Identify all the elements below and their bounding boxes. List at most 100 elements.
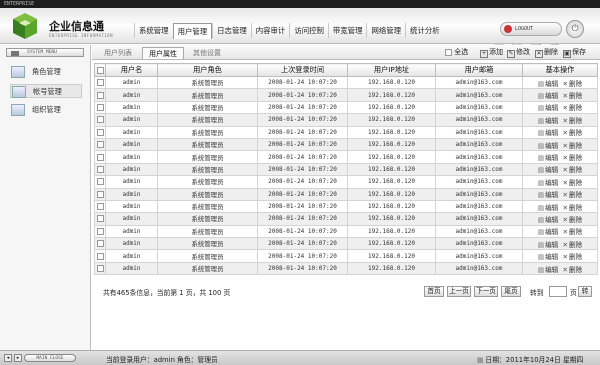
row-edit-button[interactable]: 编辑 — [538, 129, 558, 137]
page-number-input[interactable] — [549, 286, 567, 297]
table-row[interactable]: admin 系统管理员 2008-01-24 10:07:20 192.168.0.1… — [94, 162, 598, 177]
row-edit-button[interactable]: 编辑 — [538, 166, 558, 174]
nav-tab-6[interactable]: 网络管理 — [366, 23, 405, 38]
row-delete-button[interactable]: 删除 — [562, 216, 582, 224]
add-button[interactable]: + 添加 — [480, 48, 503, 58]
sidebar-item-organization[interactable]: 组织管理 — [10, 103, 82, 117]
row-delete-button[interactable]: 删除 — [562, 117, 582, 125]
save-button[interactable]: ▣ 保存 — [563, 48, 586, 58]
prev-page-button[interactable]: 上一页 — [447, 286, 471, 297]
row-edit-button[interactable]: 编辑 — [538, 80, 558, 88]
row-checkbox[interactable] — [94, 162, 106, 177]
go-button[interactable]: 转 — [578, 286, 592, 297]
tab-user-list[interactable]: 用户列表 — [98, 47, 138, 59]
delete-button[interactable]: ✕ 删除 — [535, 48, 558, 58]
table-row[interactable]: admin 系统管理员 2008-01-24 10:07:20 192.168.0.1… — [94, 199, 598, 214]
row-delete-button[interactable]: 删除 — [562, 266, 582, 274]
system-menu-header[interactable]: SYSTEM MENU — [6, 48, 84, 57]
table-row[interactable]: admin 系统管理员 2008-01-24 10:07:20 192.168.0.1… — [94, 88, 598, 102]
row-delete-button[interactable]: 删除 — [562, 104, 582, 112]
table-row[interactable]: admin 系统管理员 2008-01-24 10:07:20 192.168.0.1… — [94, 212, 598, 226]
row-checkbox[interactable] — [94, 113, 106, 127]
row-delete-button[interactable]: 删除 — [562, 154, 582, 162]
row-checkbox[interactable] — [94, 175, 106, 189]
header-checkbox[interactable] — [94, 63, 106, 77]
checkbox-icon — [96, 265, 104, 273]
next-icon[interactable]: ▸ — [14, 354, 22, 362]
table-row[interactable]: admin 系统管理员 2008-01-24 10:07:20 192.168.0.1… — [94, 187, 598, 201]
table-cell: 192.168.0.120 — [347, 162, 436, 177]
last-page-button[interactable]: 尾页 — [501, 286, 521, 297]
row-checkbox[interactable] — [94, 237, 106, 251]
table-row[interactable]: admin 系统管理员 2008-01-24 10:07:20 192.168.0.1… — [94, 261, 598, 276]
row-checkbox[interactable] — [94, 212, 106, 226]
row-edit-button[interactable]: 编辑 — [538, 191, 558, 199]
sidebar-item-roles[interactable]: 角色管理 — [10, 65, 82, 79]
first-page-button[interactable]: 首页 — [424, 286, 444, 297]
table-row[interactable]: admin 系统管理员 2008-01-24 10:07:20 192.168.0.1… — [94, 249, 598, 263]
row-edit-button[interactable]: 编辑 — [538, 204, 558, 212]
row-edit-button[interactable]: 编辑 — [538, 142, 558, 150]
row-edit-button[interactable]: 编辑 — [538, 253, 558, 261]
row-checkbox[interactable] — [94, 199, 106, 214]
row-edit-button[interactable]: 编辑 — [538, 104, 558, 112]
nav-tab-1[interactable]: 用户管理 — [172, 23, 213, 39]
nav-tab-0[interactable]: 系统管理 — [134, 23, 173, 38]
table-row[interactable]: admin 系统管理员 2008-01-24 10:07:20 192.168.0.1… — [94, 175, 598, 189]
row-delete-button[interactable]: 删除 — [562, 253, 582, 261]
row-delete-button[interactable]: 删除 — [562, 129, 582, 137]
row-delete-button[interactable]: 删除 — [562, 92, 582, 100]
row-delete-button[interactable]: 删除 — [562, 228, 582, 236]
row-edit-button[interactable]: 编辑 — [538, 179, 558, 187]
table-cell: 系统管理员 — [157, 224, 258, 239]
table-cell: admin@163.com — [435, 237, 523, 251]
nav-tab-2[interactable]: 日志管理 — [212, 23, 251, 38]
nav-tab-4[interactable]: 访问控制 — [289, 23, 328, 38]
row-checkbox[interactable] — [94, 224, 106, 239]
nav-tab-7[interactable]: 统计分析 — [405, 23, 444, 38]
row-edit-button[interactable]: 编辑 — [538, 92, 558, 100]
row-checkbox[interactable] — [94, 100, 106, 115]
tab-user-attributes[interactable]: 用户属性 — [142, 47, 184, 59]
sidebar-item-accounts[interactable]: 帐号管理 — [10, 84, 82, 98]
nav-tab-3[interactable]: 内容审计 — [250, 23, 290, 38]
row-delete-button[interactable]: 删除 — [562, 142, 582, 150]
row-checkbox[interactable] — [94, 261, 106, 276]
row-edit-button[interactable]: 编辑 — [538, 154, 558, 162]
table-row[interactable]: admin 系统管理员 2008-01-24 10:07:20 192.168.0.1… — [94, 237, 598, 251]
logout-button[interactable]: LOGOUT — [500, 22, 562, 36]
edit-button[interactable]: ✎ 修改 — [507, 48, 530, 58]
nav-tab-5[interactable]: 带宽管理 — [327, 23, 367, 38]
prev-icon[interactable]: ◂ — [4, 354, 12, 362]
row-edit-button[interactable]: 编辑 — [538, 266, 558, 274]
row-edit-button[interactable]: 编辑 — [538, 216, 558, 224]
table-row[interactable]: admin 系统管理员 2008-01-24 10:07:20 192.168.0.1… — [94, 75, 598, 90]
main-close-button[interactable]: MAIN CLOSE — [24, 354, 76, 362]
row-checkbox[interactable] — [94, 125, 106, 139]
table-row[interactable]: admin 系统管理员 2008-01-24 10:07:20 192.168.0.1… — [94, 137, 598, 152]
row-checkbox[interactable] — [94, 88, 106, 102]
power-icon[interactable]: ⏻ — [566, 20, 584, 38]
tab-other-settings[interactable]: 其他设置 — [187, 47, 227, 59]
row-delete-button[interactable]: 删除 — [562, 204, 582, 212]
row-delete-button[interactable]: 删除 — [562, 80, 582, 88]
row-delete-button[interactable]: 删除 — [562, 191, 582, 199]
row-checkbox[interactable] — [94, 187, 106, 201]
row-checkbox[interactable] — [94, 75, 106, 90]
row-edit-button[interactable]: 编辑 — [538, 228, 558, 236]
row-checkbox[interactable] — [94, 150, 106, 164]
row-edit-button[interactable]: 编辑 — [538, 241, 558, 249]
row-delete-button[interactable]: 删除 — [562, 179, 582, 187]
select-all-checkbox[interactable]: 全选 — [445, 48, 468, 57]
row-delete-button[interactable]: 删除 — [562, 241, 582, 249]
row-delete-button[interactable]: 删除 — [562, 166, 582, 174]
table-row[interactable]: admin 系统管理员 2008-01-24 10:07:20 192.168.0.1… — [94, 100, 598, 115]
table-row[interactable]: admin 系统管理员 2008-01-24 10:07:20 192.168.0.1… — [94, 113, 598, 127]
table-row[interactable]: admin 系统管理员 2008-01-24 10:07:20 192.168.0.1… — [94, 125, 598, 139]
table-row[interactable]: admin 系统管理员 2008-01-24 10:07:20 192.168.0.1… — [94, 224, 598, 239]
next-page-button[interactable]: 下一页 — [474, 286, 498, 297]
row-checkbox[interactable] — [94, 249, 106, 263]
row-edit-button[interactable]: 编辑 — [538, 117, 558, 125]
row-checkbox[interactable] — [94, 137, 106, 152]
table-row[interactable]: admin 系统管理员 2008-01-24 10:07:20 192.168.0.1… — [94, 150, 598, 164]
